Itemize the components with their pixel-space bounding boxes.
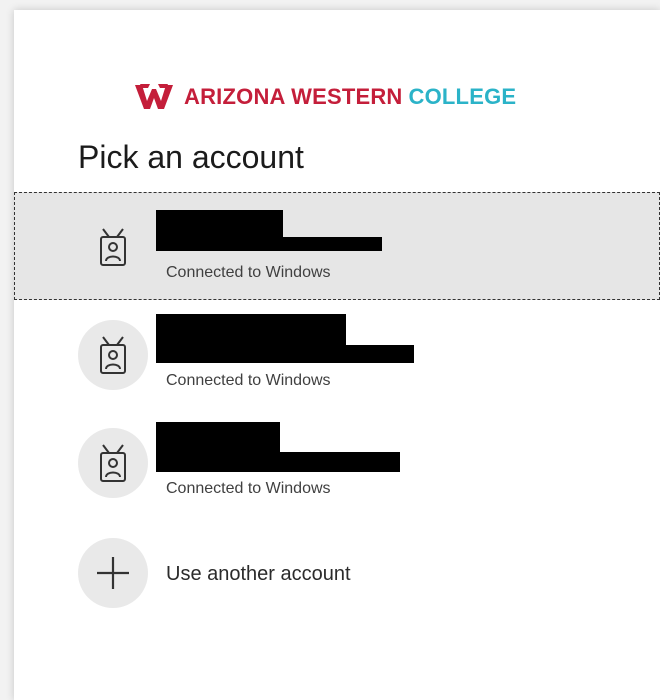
- account-item[interactable]: Connected to Windows: [14, 300, 660, 408]
- account-item[interactable]: Connected to Windows: [14, 408, 660, 516]
- use-another-account-label: Use another account: [166, 563, 351, 585]
- badge-person-icon: [95, 333, 131, 377]
- redacted-account-email: [156, 237, 382, 251]
- college-name: ARIZONA WESTERN COLLEGE: [184, 86, 516, 108]
- awc-logo-mark: [134, 83, 174, 111]
- account-avatar: [78, 428, 148, 498]
- account-list: Connected to Windows Connected to Window…: [14, 192, 660, 516]
- badge-person-icon: [95, 441, 131, 485]
- college-name-secondary: COLLEGE: [408, 84, 517, 109]
- use-another-account-button[interactable]: Use another account: [14, 528, 660, 618]
- account-avatar: [78, 320, 148, 390]
- account-picker-dialog: ARIZONA WESTERN COLLEGE Pick an account: [14, 10, 660, 700]
- plus-icon: [93, 553, 133, 593]
- badge-person-icon: [95, 225, 131, 269]
- use-another-account-icon-container: [78, 538, 148, 608]
- account-status: Connected to Windows: [166, 264, 331, 281]
- redacted-account-email: [156, 452, 400, 472]
- college-logo: ARIZONA WESTERN COLLEGE: [134, 80, 516, 114]
- account-status: Connected to Windows: [166, 480, 331, 497]
- account-status: Connected to Windows: [166, 372, 331, 389]
- page-title: Pick an account: [78, 139, 304, 175]
- redacted-account-email: [156, 345, 414, 363]
- account-item[interactable]: Connected to Windows: [14, 192, 660, 300]
- college-name-primary: ARIZONA WESTERN: [184, 84, 403, 109]
- account-avatar: [78, 212, 148, 282]
- redacted-account-name: [156, 210, 283, 240]
